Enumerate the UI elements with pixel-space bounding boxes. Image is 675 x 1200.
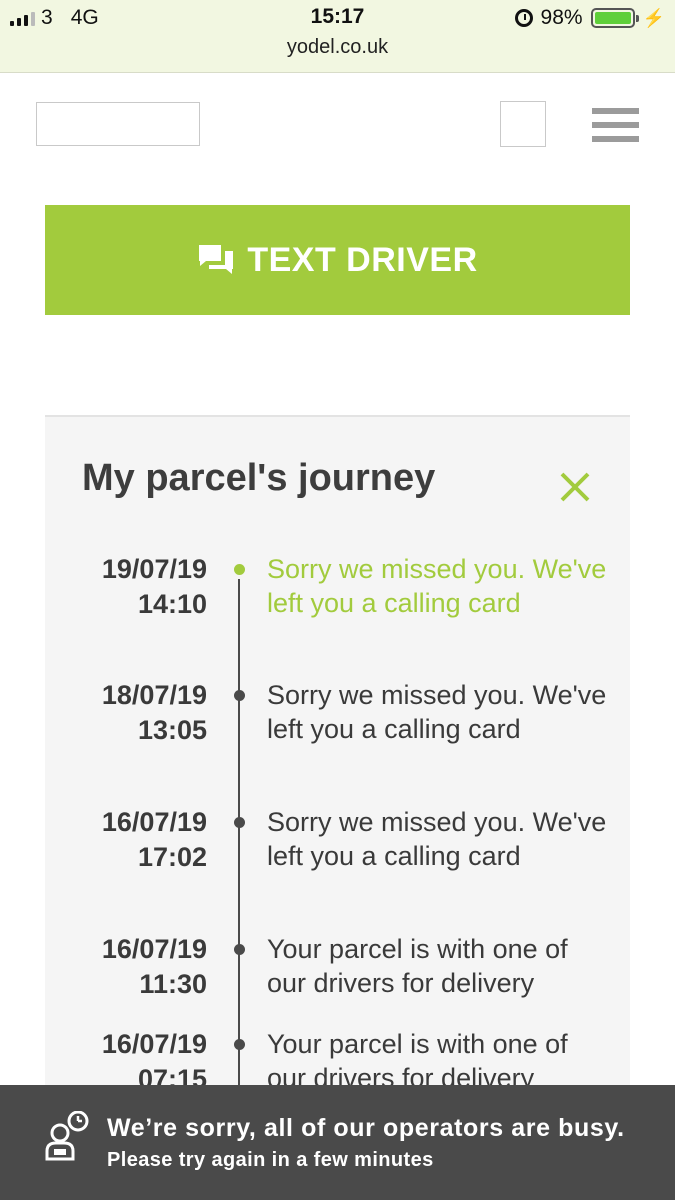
timeline-dot xyxy=(234,1039,245,1050)
close-icon[interactable] xyxy=(558,470,592,504)
operator-busy-icon xyxy=(45,1111,89,1161)
chat-icon xyxy=(199,245,234,274)
status-right: 98% ⚡ xyxy=(514,6,665,30)
operators-busy-banner: We’re sorry, all of our operators are bu… xyxy=(0,1085,675,1200)
timeline-dot xyxy=(234,817,245,828)
entry-datetime: 16/07/19 11:30 xyxy=(102,932,207,1002)
entry-date: 16/07/19 xyxy=(101,1029,207,1059)
entry-message: Sorry we missed you. We've left you a ca… xyxy=(267,680,607,744)
search-button[interactable] xyxy=(500,101,546,147)
entry-date: 18/07/19 xyxy=(101,680,207,710)
url-bar[interactable]: yodel.co.uk xyxy=(0,36,675,59)
entry-datetime: 19/07/19 14:10 xyxy=(102,552,207,622)
entry-datetime: 18/07/19 13:05 xyxy=(102,678,207,748)
site-logo[interactable] xyxy=(36,102,200,146)
entry-date: 19/07/19 xyxy=(101,554,207,584)
text-driver-button[interactable]: TEXT DRIVER xyxy=(45,205,630,315)
alarm-icon xyxy=(514,9,533,27)
timeline-dot xyxy=(234,944,245,955)
entry-time: 14:10 xyxy=(137,589,207,619)
banner-message: We’re sorry, all of our operators are bu… xyxy=(107,1114,625,1142)
entry-message: Sorry we missed you. We've left you a ca… xyxy=(267,554,607,618)
timeline-line xyxy=(238,579,240,1139)
status-bar: 3 4G 15:17 yodel.co.uk 98% ⚡ xyxy=(0,0,675,73)
hamburger-icon[interactable] xyxy=(592,108,639,144)
entry-time: 11:30 xyxy=(139,969,207,999)
entry-datetime: 16/07/19 17:02 xyxy=(102,805,207,875)
entry-time: 13:05 xyxy=(137,715,207,745)
battery-icon xyxy=(590,8,639,28)
banner-submessage: Please try again in a few minutes xyxy=(107,1149,434,1171)
text-driver-label: TEXT DRIVER xyxy=(247,240,478,279)
charging-bolt-icon: ⚡ xyxy=(642,7,665,28)
parcel-journey-panel: My parcel's journey 19/07/19 14:10 Sorry… xyxy=(45,415,630,1139)
battery-percent: 98% xyxy=(540,6,583,29)
entry-message: Your parcel is with one of our drivers f… xyxy=(267,934,568,998)
timeline-dot xyxy=(234,564,245,575)
entry-time: 17:02 xyxy=(137,842,207,872)
entry-message: Sorry we missed you. We've left you a ca… xyxy=(267,807,607,871)
panel-title: My parcel's journey xyxy=(82,457,436,499)
entry-date: 16/07/19 xyxy=(101,934,207,964)
entry-date: 16/07/19 xyxy=(101,807,207,837)
timeline-dot xyxy=(234,690,245,701)
